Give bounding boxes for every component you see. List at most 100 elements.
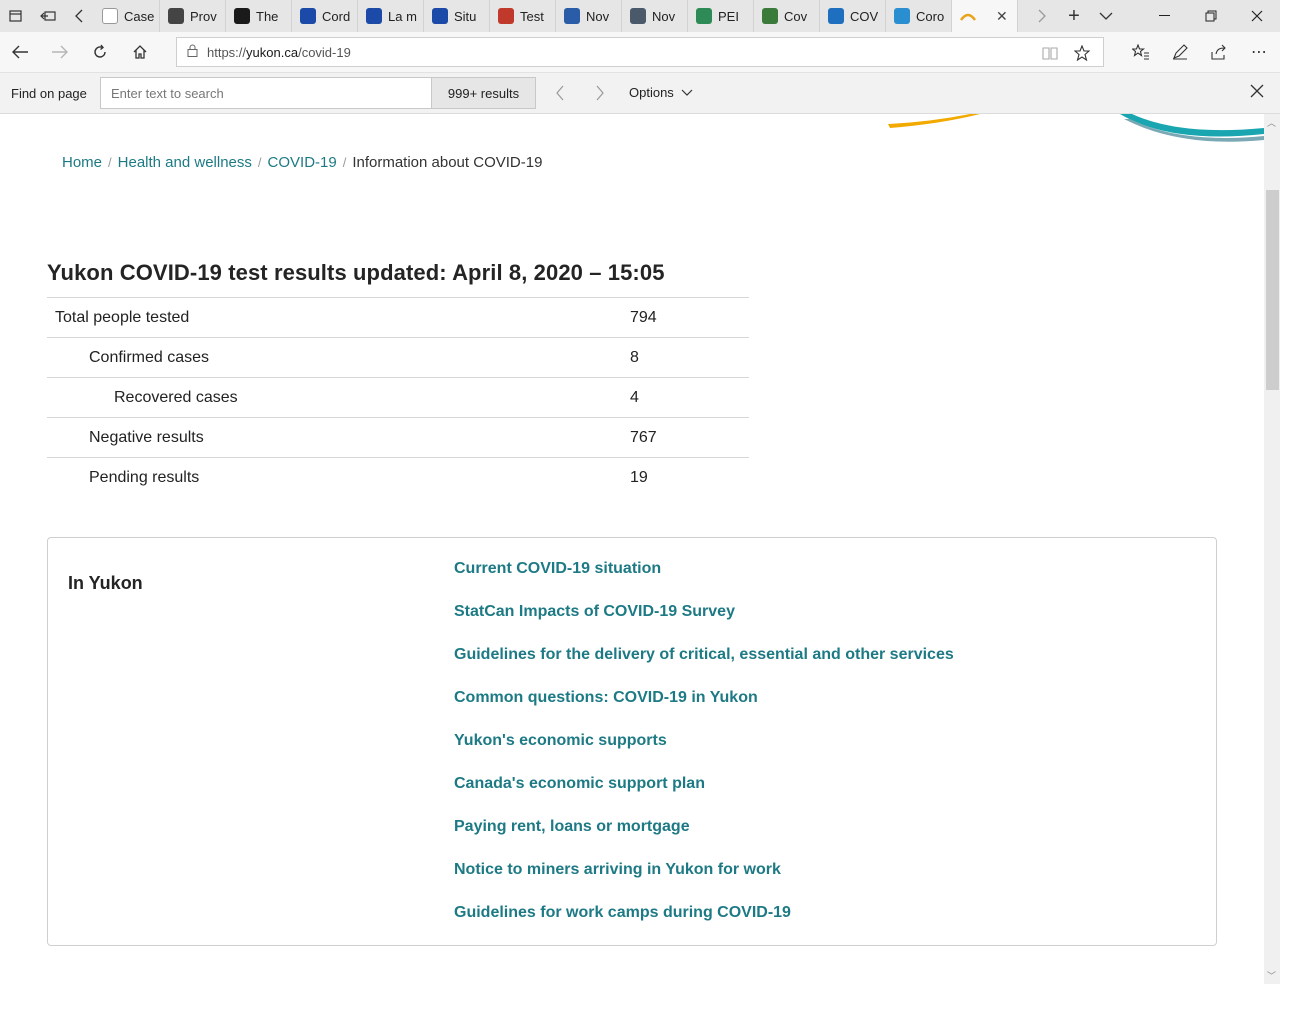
tab-title: Cord — [322, 8, 351, 24]
in-yukon-link[interactable]: Current COVID-19 situation — [454, 560, 661, 577]
find-previous-icon[interactable] — [549, 82, 571, 104]
breadcrumb-separator: / — [108, 155, 112, 170]
web-page: Home / Health and wellness / COVID-19 / … — [0, 114, 1264, 984]
list-item: Guidelines for the delivery of critical,… — [454, 646, 954, 689]
list-item: Canada's economic support plan — [454, 775, 954, 818]
result-value: 767 — [622, 417, 749, 458]
scroll-tabs-left-icon[interactable] — [64, 0, 94, 32]
browser-tab[interactable]: La m — [358, 0, 424, 32]
breadcrumb-current: Information about COVID-19 — [352, 154, 543, 171]
tab-title: Nov — [586, 8, 610, 24]
share-icon[interactable] — [1204, 37, 1234, 67]
list-item: Notice to miners arriving in Yukon for w… — [454, 861, 954, 904]
scroll-up-icon[interactable]: ︿ — [1267, 116, 1276, 129]
back-icon[interactable] — [5, 37, 35, 67]
tab-preview-chevron-icon[interactable] — [1090, 0, 1122, 32]
fleur-de-lis-icon — [432, 8, 448, 24]
scroll-down-icon[interactable]: ﹀ — [1267, 969, 1276, 982]
breadcrumb-separator: / — [342, 155, 347, 170]
in-yukon-link[interactable]: Guidelines for work camps during COVID-1… — [454, 904, 791, 921]
browser-tab[interactable]: COV — [820, 0, 886, 32]
browser-tab[interactable]: Situ — [424, 0, 490, 32]
breadcrumb-covid-link[interactable]: COVID-19 — [268, 154, 337, 171]
in-yukon-link[interactable]: Canada's economic support plan — [454, 775, 705, 792]
set-tabs-aside-icon[interactable] — [32, 0, 64, 32]
active-tab[interactable]: ✕ — [952, 0, 1018, 32]
tab-actions-icon[interactable] — [0, 0, 32, 32]
list-item: Guidelines for work camps during COVID-1… — [454, 904, 954, 947]
find-options-button[interactable]: Options — [629, 85, 693, 100]
tab-title: Cov — [784, 8, 808, 24]
close-window-icon[interactable] — [1234, 0, 1280, 32]
browser-tab[interactable]: Nov — [556, 0, 622, 32]
document-icon — [630, 8, 646, 24]
restore-icon[interactable] — [1188, 0, 1234, 32]
minimize-icon[interactable] — [1142, 0, 1188, 32]
table-row: Total people tested 794 — [47, 297, 749, 338]
page-scrollbar[interactable]: ︿ ﹀ — [1264, 114, 1280, 984]
list-item: Common questions: COVID-19 in Yukon — [454, 689, 954, 732]
in-yukon-link[interactable]: Guidelines for the delivery of critical,… — [454, 646, 954, 663]
pei-icon — [696, 8, 712, 24]
browser-tab[interactable]: PEI — [688, 0, 754, 32]
close-tab-icon[interactable]: ✕ — [996, 8, 1008, 25]
url-text[interactable]: https://yukon.ca/covid-19 — [207, 45, 351, 60]
find-next-icon[interactable] — [589, 82, 611, 104]
result-value: 4 — [622, 377, 749, 418]
browser-tab[interactable]: The — [226, 0, 292, 32]
navigation-bar: https://yukon.ca/covid-19 ⋯ — [0, 32, 1280, 73]
close-find-icon[interactable] — [1250, 82, 1264, 103]
lock-icon[interactable] — [177, 44, 207, 60]
tab-title: Nov — [652, 8, 676, 24]
tab-title: Coro — [916, 8, 945, 24]
table-row: Negative results 767 — [47, 417, 749, 458]
tab-title: Situ — [454, 8, 477, 24]
table-row: Pending results 19 — [47, 457, 749, 498]
result-value: 19 — [622, 457, 749, 498]
scroll-tabs-right-icon[interactable] — [1026, 0, 1058, 32]
in-yukon-link[interactable]: Common questions: COVID-19 in Yukon — [454, 689, 758, 706]
refresh-icon[interactable] — [85, 37, 115, 67]
address-bar[interactable]: https://yukon.ca/covid-19 — [176, 37, 1104, 67]
more-menu-icon[interactable]: ⋯ — [1244, 37, 1274, 67]
home-icon[interactable] — [125, 37, 155, 67]
result-label: Confirmed cases — [47, 337, 622, 378]
browser-tab[interactable]: Cord — [292, 0, 358, 32]
browser-tab[interactable]: Case — [94, 0, 160, 32]
breadcrumb: Home / Health and wellness / COVID-19 / … — [62, 154, 542, 171]
in-yukon-link[interactable]: Yukon's economic supports — [454, 732, 667, 749]
favorite-star-icon[interactable] — [1071, 42, 1093, 64]
tab-title: Case — [124, 8, 155, 24]
province-icon — [168, 8, 184, 24]
browser-tab[interactable]: Nov — [622, 0, 688, 32]
breadcrumb-home-link[interactable]: Home — [62, 154, 102, 171]
breadcrumb-health-link[interactable]: Health and wellness — [118, 154, 252, 171]
browser-tab[interactable]: Coro — [886, 0, 952, 32]
flag-icon — [564, 8, 580, 24]
chevron-down-icon — [682, 89, 693, 96]
web-note-icon[interactable] — [1165, 37, 1195, 67]
find-label: Find on page — [11, 86, 87, 101]
forward-icon[interactable] — [45, 37, 75, 67]
scrollbar-thumb[interactable] — [1266, 190, 1279, 390]
new-tab-icon[interactable]: + — [1058, 0, 1090, 32]
favorites-hub-icon[interactable] — [1126, 37, 1156, 67]
in-yukon-link[interactable]: Paying rent, loans or mortgage — [454, 818, 690, 835]
result-label: Pending results — [47, 457, 622, 498]
find-input[interactable] — [100, 77, 432, 109]
browser-tab[interactable]: Cov — [754, 0, 820, 32]
result-label: Negative results — [47, 417, 622, 458]
list-item: Current COVID-19 situation — [454, 560, 954, 603]
tab-title: COV — [850, 8, 879, 24]
generic-page-icon — [102, 8, 118, 24]
browser-tab[interactable]: Test — [490, 0, 556, 32]
in-yukon-link[interactable]: StatCan Impacts of COVID-19 Survey — [454, 603, 735, 620]
in-yukon-link[interactable]: Notice to miners arriving in Yukon for w… — [454, 861, 781, 878]
tab-strip: Case Prov The Cord La m Situ Test Nov Nov PEI Cov C… — [0, 0, 1280, 32]
window-edge — [1280, 0, 1316, 1032]
reading-view-icon[interactable] — [1039, 42, 1061, 64]
result-value: 794 — [622, 297, 749, 338]
pdf-icon — [498, 8, 514, 24]
tab-title: The — [256, 8, 279, 24]
browser-tab[interactable]: Prov — [160, 0, 226, 32]
